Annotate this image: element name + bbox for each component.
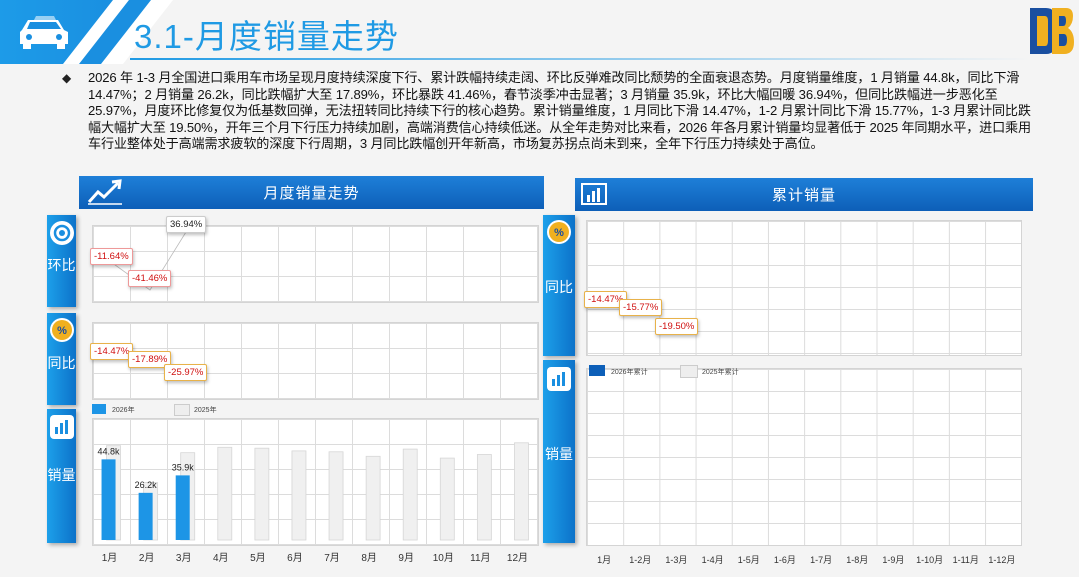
month-tick-1: 1月 xyxy=(102,552,118,564)
cum-tick-3: 1-3月 xyxy=(665,555,687,565)
month-tick-2: 2月 xyxy=(139,552,155,564)
month-tick-4: 4月 xyxy=(213,552,229,564)
bar-label-2026-2: 26.2k xyxy=(135,480,158,490)
cum-tick-5: 1-5月 xyxy=(738,555,760,565)
month-tick-11: 11月 xyxy=(470,552,490,564)
month-tick-10: 10月 xyxy=(433,552,454,564)
legend-2025cum-label: 2025年累计 xyxy=(702,369,739,376)
tab-cum-volume[interactable]: 销量 xyxy=(543,360,575,543)
cum-tick-9: 1-9月 xyxy=(882,555,904,565)
yoy-label-3: -25.97% xyxy=(164,364,208,381)
bar-2025-12 xyxy=(514,442,529,541)
legend-2026-label: 2026年 xyxy=(112,407,135,414)
cum-tick-8: 1-8月 xyxy=(846,555,868,565)
cum-yoy-label-2: -15.77% xyxy=(619,299,663,316)
tab-cum-yoy-label: 同比 xyxy=(545,279,573,295)
bar-2026-2 xyxy=(138,492,153,540)
yoy-label-1: -14.47% xyxy=(90,343,134,360)
cum-tick-10: 1-10月 xyxy=(916,555,943,565)
bar-2025-10 xyxy=(439,457,455,541)
cum-tick-4: 1-4月 xyxy=(702,555,724,565)
tab-cum-volume-label: 销量 xyxy=(545,446,573,462)
bar-2025-5 xyxy=(254,447,270,541)
month-tick-9: 9月 xyxy=(398,552,414,564)
bar-2025-7 xyxy=(328,451,344,541)
tab-cum-yoy[interactable]: % 同比 xyxy=(543,215,575,356)
bar-2025-6 xyxy=(291,450,307,541)
legend-2025-label: 2025年 xyxy=(194,407,217,414)
legend-2026cum-label: 2026年累计 xyxy=(611,369,648,376)
cum-tick-11: 1-11月 xyxy=(953,555,979,565)
bar-chart-icon xyxy=(547,367,571,391)
bar-2026-1 xyxy=(101,459,116,540)
cum-tick-2: 1-2月 xyxy=(629,555,651,565)
chart-monitor-icon xyxy=(580,181,610,214)
mom-label-3: 36.94% xyxy=(166,216,207,233)
cum-yoy-label-3: -19.50% xyxy=(655,318,699,335)
bar-label-2026-3: 35.9k xyxy=(172,462,195,472)
bar-2025-11 xyxy=(476,454,492,541)
legend-2026cum-swatch xyxy=(589,365,605,376)
legend-2026-swatch xyxy=(92,404,106,414)
bar-label-2026-1: 44.8k xyxy=(98,446,121,456)
month-tick-3: 3月 xyxy=(176,552,192,564)
month-tick-5: 5月 xyxy=(250,552,266,564)
month-tick-6: 6月 xyxy=(287,552,303,564)
month-tick-7: 7月 xyxy=(324,552,340,564)
cumulative-grid xyxy=(586,368,1022,546)
legend-2025cum-swatch xyxy=(680,365,698,378)
bar-2025-8 xyxy=(365,455,381,541)
mom-label-1: -11.64% xyxy=(90,248,133,265)
bar-2025-9 xyxy=(402,448,418,541)
right-panel-title: 累计销量 xyxy=(771,187,836,204)
legend-2025-swatch xyxy=(174,404,190,416)
cum-tick-6: 1-6月 xyxy=(774,555,796,565)
svg-text:%: % xyxy=(554,227,564,239)
bar-2025-4 xyxy=(217,446,233,541)
percent-icon: % xyxy=(547,220,571,244)
cum-tick-7: 1-7月 xyxy=(810,555,832,565)
bar-2026-3 xyxy=(175,475,190,540)
month-tick-8: 8月 xyxy=(361,552,377,564)
right-panel-header: 累计销量 xyxy=(575,178,1033,211)
mom-label-2: -41.46% xyxy=(128,270,172,287)
cum-tick-12: 1-12月 xyxy=(988,555,1015,565)
month-tick-12: 12月 xyxy=(507,552,528,564)
cum-yoy-grid xyxy=(586,220,1022,356)
cum-tick-1: 1月 xyxy=(597,555,611,565)
